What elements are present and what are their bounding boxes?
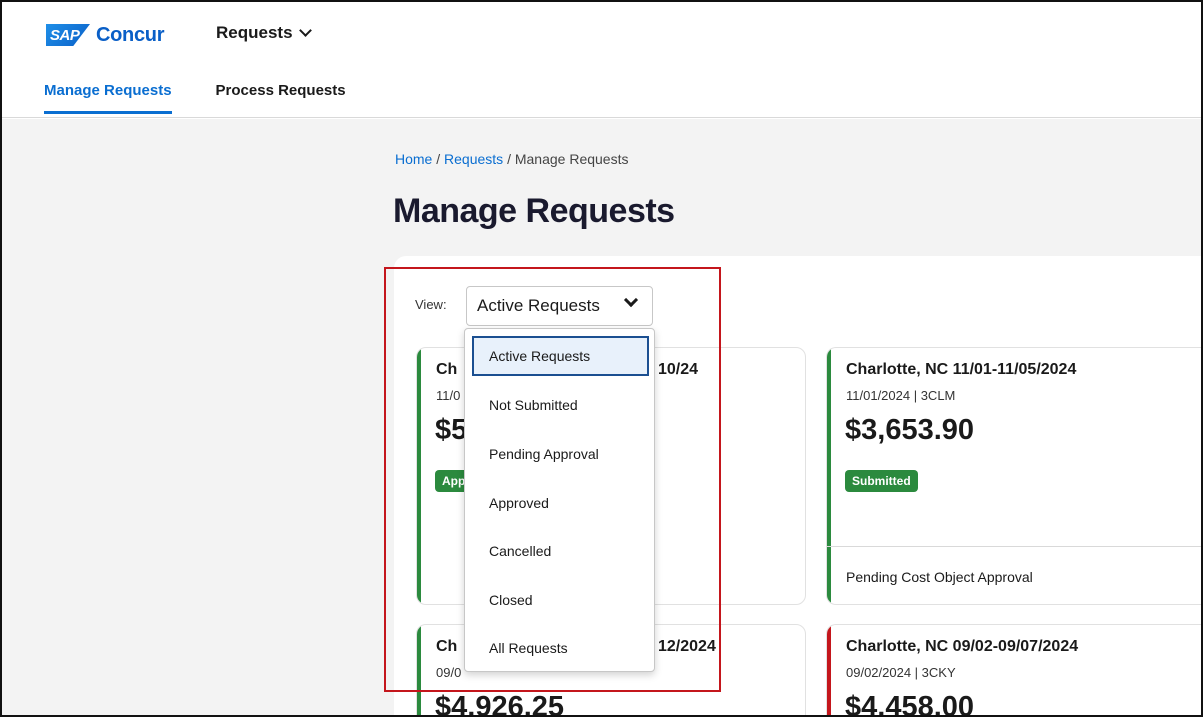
requests-module-menu[interactable]: Requests	[216, 23, 312, 43]
chevron-down-icon	[623, 292, 639, 308]
card-title: Charlotte, NC 09/02-09/07/2024	[846, 638, 1079, 655]
module-menu-label: Requests	[216, 23, 293, 42]
card-title-start: Ch	[436, 361, 458, 378]
nav-tabs: Manage Requests Process Requests	[44, 82, 346, 114]
card-subtitle: 11/0	[436, 388, 461, 403]
card-footer-text: Pending Cost Object Approval	[846, 569, 1033, 585]
view-option-pending-approval[interactable]: Pending Approval	[465, 434, 654, 474]
tab-manage-requests[interactable]: Manage Requests	[44, 82, 172, 114]
card-subtitle: 09/02/2024 | 3CKY	[846, 665, 956, 680]
card-status-accent	[827, 625, 831, 715]
card-title: Charlotte, NC 11/01-11/05/2024	[846, 361, 1077, 378]
breadcrumb-requests-link[interactable]: Requests	[444, 151, 503, 167]
status-badge: Submitted	[845, 470, 918, 492]
chevron-down-icon	[298, 24, 312, 37]
card-title-start: Ch	[436, 638, 458, 655]
card-status-accent	[417, 348, 421, 604]
tab-process-requests[interactable]: Process Requests	[216, 82, 346, 114]
sap-concur-logo[interactable]: SAP Concur	[46, 23, 165, 46]
app-window: SAP Concur Requests Manage Requests Proc…	[0, 0, 1203, 717]
top-bar: SAP Concur Requests Manage Requests Proc…	[2, 2, 1201, 118]
breadcrumb-separator: /	[432, 151, 445, 167]
view-option-not-submitted[interactable]: Not Submitted	[465, 385, 654, 425]
view-option-all-requests[interactable]: All Requests	[465, 628, 654, 668]
breadcrumb-separator: /	[503, 151, 515, 167]
page-title: Manage Requests	[393, 192, 675, 230]
card-amount: $5	[435, 414, 468, 446]
card-status-accent	[417, 625, 421, 715]
request-card[interactable]: Charlotte, NC 09/02-09/07/2024 09/02/202…	[826, 624, 1201, 717]
breadcrumb-current: Manage Requests	[514, 151, 629, 167]
concur-wordmark: Concur	[96, 23, 165, 46]
card-footer: Pending Cost Object Approval	[827, 546, 1201, 604]
view-option-closed[interactable]: Closed	[465, 580, 654, 620]
card-title-end: 12/2024	[658, 638, 716, 655]
sap-logo-badge: SAP	[46, 24, 90, 46]
view-dropdown-list: Active Requests Not Submitted Pending Ap…	[464, 328, 655, 672]
card-amount: $3,653.90	[845, 414, 975, 446]
view-select-value: Active Requests	[477, 296, 600, 315]
view-select[interactable]: Active Requests	[466, 286, 653, 326]
breadcrumb-home-link[interactable]: Home	[395, 151, 432, 167]
request-card[interactable]: Charlotte, NC 11/01-11/05/2024 11/01/202…	[826, 347, 1201, 605]
breadcrumb: Home / Requests / Manage Requests	[395, 151, 629, 167]
card-amount: $4,458.00	[845, 691, 975, 717]
card-subtitle: 11/01/2024 | 3CLM	[846, 388, 956, 403]
card-title-end: 10/24	[658, 361, 699, 378]
card-subtitle: 09/0	[436, 665, 462, 680]
view-option-cancelled[interactable]: Cancelled	[465, 531, 654, 571]
view-option-approved[interactable]: Approved	[465, 483, 654, 523]
view-label: View:	[415, 297, 447, 312]
card-amount: $4,926.25	[435, 691, 565, 717]
view-option-active-requests[interactable]: Active Requests	[472, 336, 649, 376]
